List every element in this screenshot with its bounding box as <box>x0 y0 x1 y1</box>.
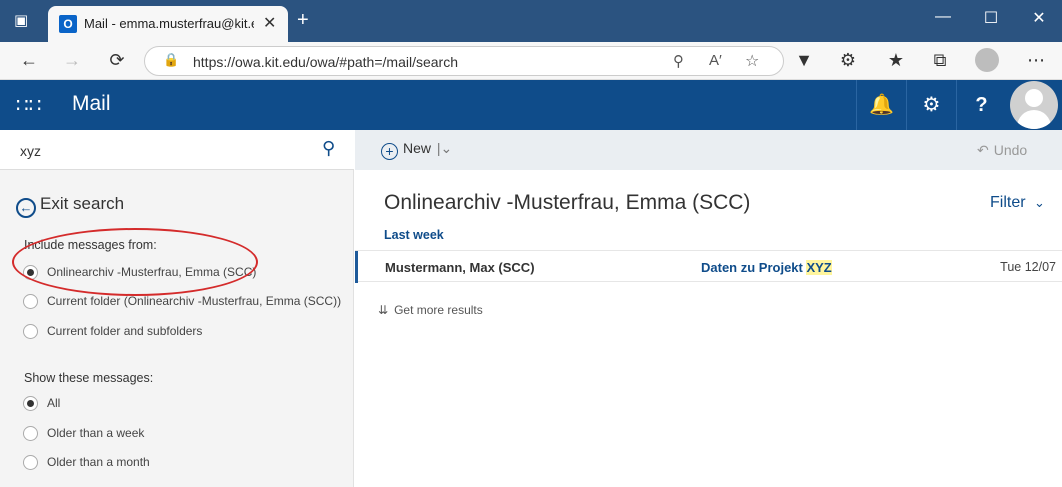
tab-title: Mail - emma.musterfrau@kit.edu <box>84 16 254 31</box>
browser-tab[interactable]: O Mail - emma.musterfrau@kit.edu ✕ <box>48 6 288 42</box>
search-icon[interactable]: ⚲ <box>322 138 335 159</box>
owa-header: ∷∷ Mail 🔔 ⚙ ? <box>0 80 1062 130</box>
folder-title: Onlinearchiv -Musterfrau, Emma (SCC) <box>384 191 751 214</box>
message-sender: Mustermann, Max (SCC) <box>385 260 535 275</box>
filter-button[interactable]: Filter ⌄ <box>990 194 1045 212</box>
radio-button[interactable] <box>23 455 38 470</box>
help-icon[interactable]: ? <box>956 80 1006 130</box>
read-aloud-icon[interactable]: A′ <box>709 52 722 69</box>
refresh-icon[interactable]: ⟳ <box>103 50 131 71</box>
settings-gear-icon[interactable]: ⚙ <box>906 80 956 130</box>
extensions-icon[interactable]: ⚙ <box>834 50 862 71</box>
profile-icon[interactable] <box>975 48 999 72</box>
search-box[interactable]: xyz ⚲ <box>0 130 354 170</box>
search-highlight: XYZ <box>806 260 832 275</box>
avatar-head-icon <box>1025 89 1043 107</box>
key-icon[interactable]: ⚲ <box>673 52 684 70</box>
new-tab-icon[interactable]: + <box>297 9 309 32</box>
close-tab-icon[interactable]: ✕ <box>263 13 276 33</box>
chevron-down-icon[interactable]: |⌄ <box>437 140 452 156</box>
forward-icon[interactable]: → <box>58 50 86 71</box>
group-header: Last week <box>384 228 444 242</box>
favorites-icon[interactable]: ★ <box>882 50 910 71</box>
message-date: Tue 12/07 <box>1000 260 1056 274</box>
lock-icon[interactable]: 🔒 <box>163 52 179 68</box>
address-bar[interactable]: 🔒 https://owa.kit.edu/owa/#path=/mail/se… <box>144 46 784 76</box>
url-text: https://owa.kit.edu/owa/#path=/mail/sear… <box>193 54 458 70</box>
undo-button[interactable]: ↶ Undo <box>977 142 1027 159</box>
avatar-body-icon <box>1017 110 1051 129</box>
radio-button[interactable] <box>23 426 38 441</box>
notifications-icon[interactable]: 🔔 <box>856 80 906 130</box>
outlook-icon: O <box>59 15 77 33</box>
new-message-button[interactable]: + New |⌄ <box>381 140 452 160</box>
exit-search-button[interactable]: ← Exit search <box>16 194 124 218</box>
shield-extension-icon[interactable]: ▼ <box>790 50 818 71</box>
undo-icon: ↶ <box>977 142 989 158</box>
minimize-icon[interactable]: — <box>920 8 966 26</box>
maximize-icon[interactable]: ☐ <box>968 8 1014 28</box>
app-launcher-icon[interactable]: ∷∷ <box>16 93 41 118</box>
collections-icon[interactable]: ⧉ <box>926 50 954 71</box>
add-favorite-icon[interactable]: ☆ <box>745 51 759 71</box>
user-avatar[interactable] <box>1010 81 1058 129</box>
search-filter-pane: xyz ⚲ ← Exit search Include messages from… <box>0 130 354 487</box>
app-title: Mail <box>72 92 111 115</box>
radio-button[interactable] <box>23 294 38 309</box>
tab-actions-icon[interactable]: ▣ <box>14 11 28 29</box>
browser-nav-bar: ← → ⟳ 🔒 https://owa.kit.edu/owa/#path=/m… <box>0 42 1062 80</box>
close-window-icon[interactable]: ✕ <box>1016 8 1062 28</box>
more-icon[interactable]: ⋯ <box>1022 50 1050 71</box>
message-row[interactable]: Mustermann, Max (SCC) Daten zu Projekt X… <box>355 250 1062 283</box>
radio-button[interactable] <box>23 324 38 339</box>
message-subject: Daten zu Projekt XYZ <box>701 260 832 275</box>
selection-accent <box>355 251 358 283</box>
back-icon[interactable]: ← <box>15 50 43 71</box>
plus-circle-icon: + <box>381 143 398 160</box>
annotation-ellipse <box>12 228 258 296</box>
radio-button[interactable] <box>23 396 38 411</box>
double-chevron-down-icon: ⇊ <box>378 303 389 317</box>
get-more-results-link[interactable]: ⇊ Get more results <box>378 303 483 317</box>
back-circle-icon: ← <box>16 198 36 218</box>
search-input[interactable]: xyz <box>20 143 41 159</box>
browser-tab-bar: ▣ O Mail - emma.musterfrau@kit.edu ✕ + —… <box>0 0 1062 42</box>
chevron-down-icon: ⌄ <box>1034 195 1045 210</box>
command-bar: + New |⌄ ↶ Undo <box>355 130 1062 170</box>
show-messages-label: Show these messages: <box>24 371 154 385</box>
